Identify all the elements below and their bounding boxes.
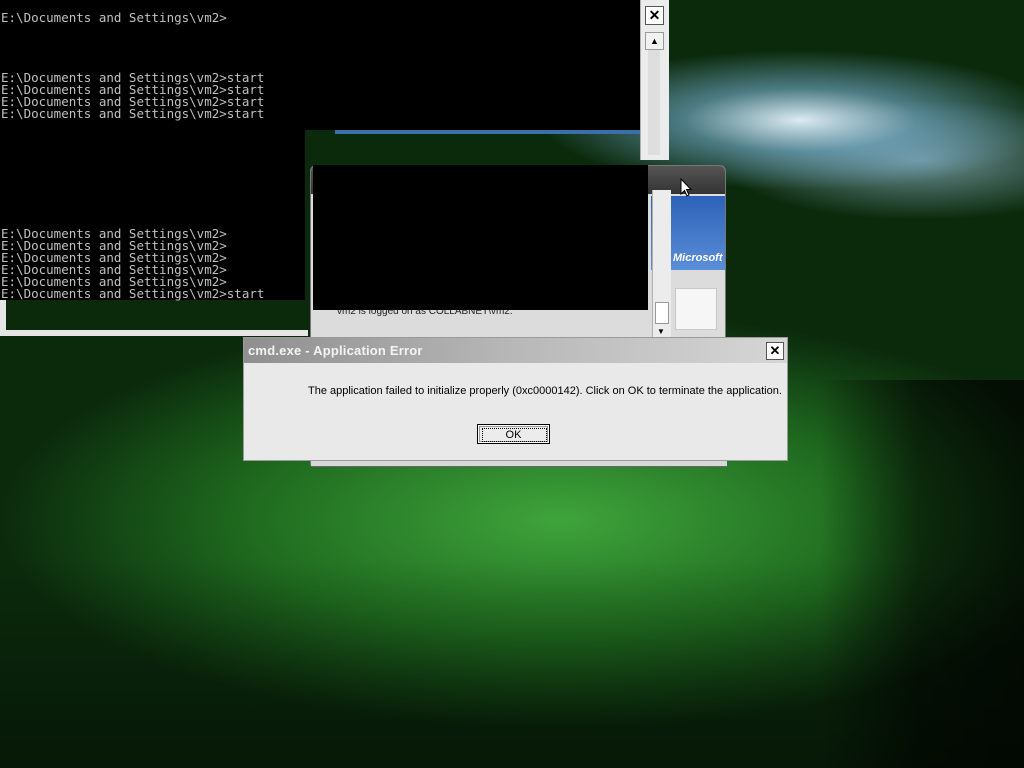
error-message: The application failed to initialize pro…: [308, 385, 782, 397]
microsoft-brand: Microsoft: [673, 252, 723, 264]
console-line: E:\Documents and Settings\vm2>start: [1, 106, 265, 121]
console-close-button[interactable]: ✕: [645, 6, 664, 25]
command-prompt-output[interactable]: E:\Documents and Settings\vm2> E:\Docume…: [0, 0, 305, 300]
logon-window-panel: [675, 288, 717, 330]
wallpaper-shadow-bottom: [0, 560, 1024, 768]
arrow-cursor-icon: [680, 178, 693, 197]
dialog-title: cmd.exe - Application Error: [248, 343, 423, 358]
dialog-close-button[interactable]: ✕: [766, 342, 784, 360]
console-line: E:\Documents and Settings\vm2>: [1, 10, 227, 25]
console-window-frame: [0, 300, 308, 336]
dialog-titlebar[interactable]: cmd.exe - Application Error: [244, 338, 787, 363]
scrollbar-thumb[interactable]: [655, 302, 669, 324]
application-error-dialog: cmd.exe - Application Error ✕ The applic…: [243, 337, 788, 461]
scroll-up-arrow-icon[interactable]: ▲: [645, 32, 664, 50]
console-scroll-track[interactable]: [648, 50, 660, 155]
blank-black-area: [313, 165, 648, 310]
desktop-background: E:\Documents and Settings\vm2> E:\Docume…: [0, 0, 1024, 768]
console-window-edge: [335, 130, 640, 134]
console-window-top[interactable]: [305, 0, 640, 130]
ok-button[interactable]: OK: [477, 424, 550, 444]
console-line: E:\Documents and Settings\vm2>start: [1, 286, 265, 301]
focus-rectangle: [482, 428, 547, 442]
window-bottom-edge: [311, 461, 727, 467]
